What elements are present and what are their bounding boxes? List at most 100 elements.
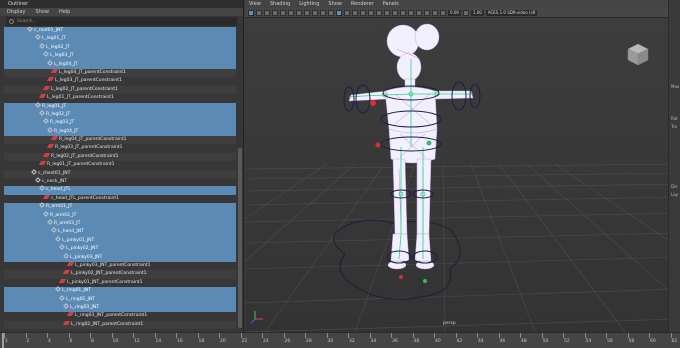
outliner-row[interactable]: L_pinky03_JNT [4, 252, 236, 262]
outliner-row[interactable]: R_leg02_JT [4, 110, 236, 120]
joint-icon [35, 177, 41, 183]
outliner-row[interactable]: c_neck_JNT [4, 177, 236, 186]
outliner-row[interactable]: c_head_JTL_parentConstraint1 [4, 194, 236, 203]
viewport-3d-canvas[interactable] [245, 19, 680, 332]
outliner-row[interactable]: R_leg03_JT [4, 118, 236, 128]
depth-of-field-icon[interactable] [392, 9, 398, 16]
outliner-row-label: R_arm03_JT [54, 220, 81, 226]
outliner-row[interactable]: L_leg03_JT [4, 51, 236, 61]
outliner-row[interactable]: R_leg03_JT_parentConstraint1 [4, 144, 236, 152]
bookmark-icon[interactable] [264, 9, 270, 16]
menu-help[interactable]: Help [59, 8, 70, 16]
outliner-scrollbar[interactable] [238, 148, 242, 328]
outliner-row[interactable]: R_leg02_JT_parentConstraint1 [4, 152, 236, 162]
xray-icon[interactable] [408, 9, 414, 16]
xray-active-icon[interactable] [424, 9, 430, 16]
outliner-row[interactable]: L_pinky01_JNT_parentConstraint1 [4, 278, 236, 287]
camera-attributes-icon[interactable] [256, 9, 262, 16]
timeline-frame-label: 10 [112, 339, 119, 344]
outliner-row[interactable]: L_leg02_JT [4, 42, 236, 53]
outliner-row[interactable]: c_head_JTL [4, 185, 236, 195]
joint-icon [55, 286, 61, 292]
outliner-row[interactable]: R_arm02_JT [4, 210, 236, 220]
select-camera-icon[interactable] [248, 9, 254, 16]
backface-icon[interactable] [432, 9, 438, 16]
safe-action-icon[interactable] [320, 9, 326, 16]
menu-renderer[interactable]: Renderer [351, 0, 374, 8]
rstrip-label-2: Tra [671, 124, 677, 129]
outliner-row[interactable]: R_leg01_JT_parentConstraint1 [4, 161, 236, 169]
outliner-search-field[interactable]: Search... [6, 17, 237, 26]
textured-icon[interactable] [344, 9, 350, 16]
menu-shading[interactable]: Shading [270, 0, 290, 8]
ambient-occlusion-icon[interactable] [368, 9, 374, 16]
grid-icon[interactable] [280, 9, 286, 16]
menu-show[interactable]: Show [35, 8, 49, 16]
gamma-field[interactable]: 1.00 [470, 9, 484, 16]
parent-constraint-icon [66, 261, 75, 266]
menu-display[interactable]: Display [7, 8, 25, 16]
gate-mask-icon[interactable] [304, 9, 310, 16]
timeline-frame-label: 6 [69, 339, 73, 344]
timeline-tick [455, 333, 457, 338]
xray-joints-icon[interactable] [416, 9, 422, 16]
shadows-icon[interactable] [360, 9, 366, 16]
wireframe-icon[interactable] [328, 9, 334, 16]
outliner-row[interactable]: L_pinky02_JNT_parentConstraint1 [4, 270, 236, 279]
outliner-row[interactable]: L_ring03_JNT_parentConstraint1 [4, 312, 236, 320]
outliner-row[interactable]: L_ring03_JNT [4, 303, 236, 313]
outliner-row[interactable]: L_leg01_JT [4, 34, 236, 44]
exposure-icon[interactable] [440, 9, 446, 16]
outliner-row[interactable]: R_arm01_JT [4, 202, 236, 212]
motion-blur-icon[interactable] [376, 9, 382, 16]
outliner-row[interactable]: L_leg04_JT [4, 59, 236, 69]
outliner-row[interactable]: L_pinky03_JNT_parentConstraint1 [4, 261, 236, 270]
outliner-row[interactable]: L_ring01_JNT [4, 286, 236, 296]
menu-panels[interactable]: Panels [383, 0, 399, 8]
menu-show[interactable]: Show [328, 0, 342, 8]
field-chart-icon[interactable] [312, 9, 318, 16]
menu-view[interactable]: View [249, 0, 261, 8]
anti-alias-icon[interactable] [384, 9, 390, 16]
outliner-row[interactable]: L_leg01_JT_parentConstraint1 [4, 94, 236, 102]
color-space-select[interactable]: ACES 1.0 SDR-video (sR [485, 9, 538, 16]
smooth-shade-icon[interactable] [336, 9, 342, 16]
outliner-row[interactable]: L_pinky02_JNT [4, 244, 236, 254]
outliner-row[interactable]: L_hand_JNT [4, 227, 236, 237]
outliner-row[interactable]: L_pinky01_JNT [4, 235, 236, 246]
film-gate-icon[interactable] [288, 9, 294, 16]
outliner-row[interactable]: L_ring02_JNT [4, 294, 236, 304]
outliner-row[interactable]: L_leg04_JT_parentConstraint1 [4, 68, 236, 78]
outliner-row[interactable]: R_leg04_JT_parentConstraint1 [4, 136, 236, 145]
outliner-row-label: R_leg03_JT [50, 120, 75, 126]
isolate-select-icon[interactable] [400, 9, 406, 16]
outliner-row[interactable]: R_arm03_JT [4, 219, 236, 229]
time-slider[interactable]: 1 2 4 6 8 10 12 14 16 18 20 22 24 26 28 30 32 34 36 38 40 42 4… [0, 332, 680, 348]
outliner-row[interactable]: L_ring02_JNT_parentConstraint1 [4, 320, 236, 330]
resolution-gate-icon[interactable] [296, 9, 302, 16]
outliner-row-label: L_hand_JNT [58, 229, 84, 235]
exposure-field[interactable]: 0.00 [448, 9, 461, 16]
outliner-row[interactable]: L_leg03_JT_parentConstraint1 [4, 77, 236, 85]
timeline-tick [670, 333, 672, 338]
timeline-frame-label: 46 [499, 339, 506, 344]
timeline-frame-label: 20 [220, 339, 226, 344]
outliner-row-label: R_leg04_JT_parentConstraint1 [59, 137, 127, 143]
timeline-tick [133, 333, 134, 338]
joint-icon [47, 126, 53, 133]
viewport-panel[interactable]: View Shading Lighting Show Renderer Pane… [245, 0, 680, 332]
outliner-tree[interactable]: c_root01_JNT L_leg01_JT L_leg02_JT L_leg03_… [4, 27, 236, 330]
channel-box-edge: Man Rot Tra Dis Lay [668, 0, 680, 332]
outliner-row-label: L_ring03_JNT_parentConstraint1 [75, 313, 148, 319]
outliner-row-label: c_neck_JNT [42, 179, 68, 185]
outliner-row[interactable]: c_chest01_JNT [4, 168, 236, 179]
menu-lighting[interactable]: Lighting [299, 0, 319, 8]
image-plane-icon[interactable] [272, 9, 278, 16]
outliner-row[interactable]: L_leg02_JT_parentConstraint1 [4, 85, 236, 95]
outliner-row[interactable]: R_leg04_JT [4, 126, 236, 137]
gamma-icon[interactable] [462, 9, 469, 16]
lights-icon[interactable] [352, 9, 358, 16]
parent-constraint-icon [62, 320, 71, 325]
timeline-tick [111, 333, 113, 338]
outliner-row[interactable]: R_leg01_JT [4, 101, 236, 111]
